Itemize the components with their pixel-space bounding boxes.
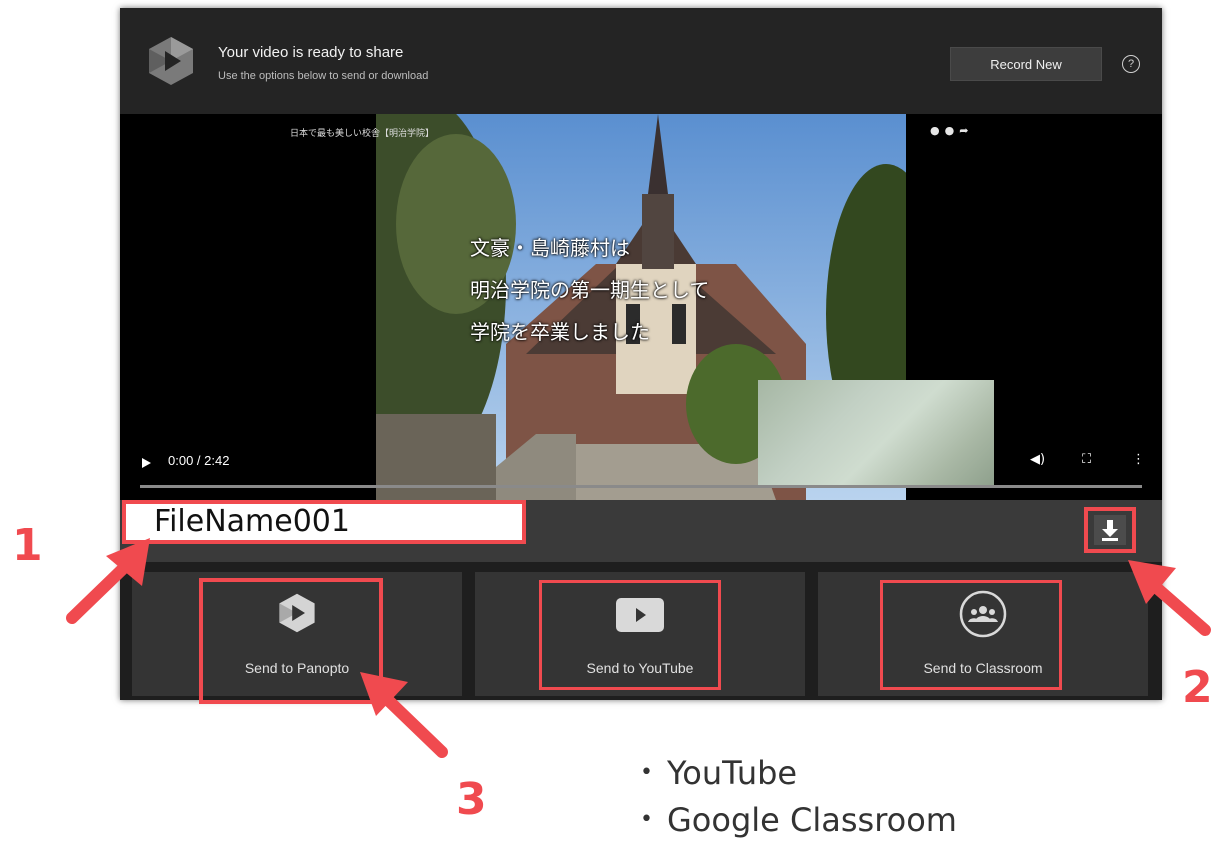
filename-input[interactable]: FileName001 — [122, 500, 526, 544]
panopto-highlight — [199, 578, 383, 704]
video-player[interactable]: 日本で最も美しい校舎【明治学院】 ●●➦ 文豪・島崎藤村は 明治学院の第一期生と… — [120, 114, 1162, 500]
record-new-button[interactable]: Record New — [950, 47, 1102, 81]
subtitle-line-3: 学院を卒業しました — [470, 322, 650, 344]
download-icon — [1102, 520, 1118, 541]
classroom-highlight — [880, 580, 1062, 690]
share-subtitle: Use the options below to send or downloa… — [218, 70, 429, 82]
volume-icon[interactable]: ◀) — [1030, 452, 1045, 467]
subtitle-line-1: 文豪・島崎藤村は — [470, 238, 630, 260]
download-highlight — [1084, 507, 1136, 553]
video-overlay-title: 日本で最も美しい校舎【明治学院】 — [290, 128, 435, 138]
subtitle-line-2: 明治学院の第一期生として — [470, 280, 710, 302]
fullscreen-icon[interactable]: ⛶ — [1082, 452, 1091, 467]
panopto-logo-icon — [149, 37, 193, 85]
more-options-icon[interactable]: ⋮ — [1132, 452, 1145, 467]
help-icon[interactable]: ? — [1122, 55, 1140, 73]
annotation-number-1: 1 — [12, 520, 43, 571]
share-header: Your video is ready to share Use the opt… — [120, 8, 1162, 114]
destination-youtube: YouTube — [640, 752, 957, 799]
video-progress-bar[interactable] — [140, 485, 1142, 488]
share-title: Your video is ready to share — [218, 44, 404, 61]
annotation-number-3: 3 — [456, 774, 487, 825]
download-button[interactable] — [1094, 515, 1126, 545]
webcam-overlay — [758, 380, 994, 486]
destination-google-classroom: Google Classroom — [640, 799, 957, 846]
youtube-highlight — [539, 580, 721, 690]
filename-bar: FileName001 — [120, 500, 1162, 562]
destination-list: YouTube Google Classroom — [640, 752, 957, 846]
video-time: 0:00 / 2:42 — [168, 453, 230, 468]
annotation-number-2: 2 — [1182, 662, 1213, 713]
video-overlay-icons: ●●➦ — [930, 124, 974, 137]
play-icon[interactable] — [142, 458, 151, 468]
